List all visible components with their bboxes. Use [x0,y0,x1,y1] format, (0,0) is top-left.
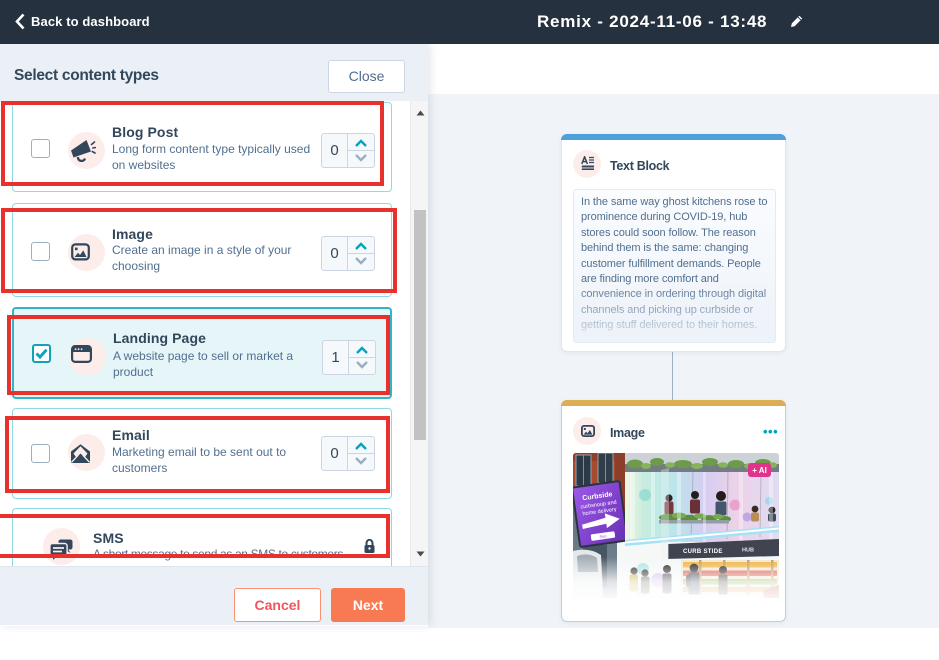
svg-text:+ AI: + AI [752,466,767,475]
svg-text:HUB: HUB [742,548,754,554]
svg-text:CURB STIDE: CURB STIDE [683,549,723,555]
